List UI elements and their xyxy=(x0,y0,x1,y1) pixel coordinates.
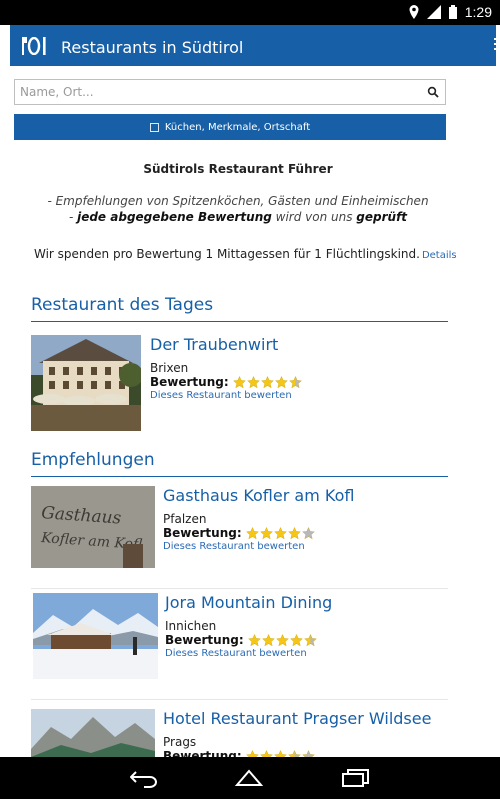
rating-row: Bewertung: xyxy=(163,749,315,757)
restaurant-name[interactable]: Hotel Restaurant Pragser Wildsee xyxy=(163,709,431,728)
restaurant-name[interactable]: Jora Mountain Dining xyxy=(165,593,332,612)
restaurant-photo[interactable] xyxy=(33,593,158,679)
star-rating xyxy=(247,633,317,647)
restaurant-name[interactable]: Der Traubenwirt xyxy=(150,335,278,354)
rating-row: Bewertung: xyxy=(165,633,317,647)
back-icon[interactable] xyxy=(130,768,158,788)
divider xyxy=(31,588,448,589)
battery-icon xyxy=(448,5,457,19)
star-icon xyxy=(260,375,274,388)
clock: 1:29 xyxy=(464,4,492,20)
status-bar: 1:29 xyxy=(0,0,500,25)
restaurant-photo[interactable]: Gasthaus Kofler am Kofl xyxy=(31,486,155,568)
star-rating xyxy=(232,375,302,389)
location-icon xyxy=(409,5,419,19)
home-icon[interactable] xyxy=(234,769,264,787)
recent-apps-icon[interactable] xyxy=(342,769,370,787)
restaurant-name[interactable]: Gasthaus Kofler am Kofl xyxy=(163,486,354,505)
star-icon xyxy=(246,375,260,388)
navigation-bar xyxy=(0,757,500,799)
rating-row: Bewertung: xyxy=(163,526,315,540)
star-rating xyxy=(245,749,315,757)
section-heading-daily: Restaurant des Tages xyxy=(31,295,448,322)
restaurant-logo-icon[interactable] xyxy=(22,37,48,55)
star-icon xyxy=(247,633,261,646)
app-bar: Restaurants in Südtirol xyxy=(10,25,500,66)
rate-restaurant-link[interactable]: Dieses Restaurant bewerten xyxy=(165,648,307,659)
star-icon xyxy=(274,375,288,388)
filter-button[interactable]: Küchen, Merkmale, Ortschaft xyxy=(14,114,446,140)
star-icon xyxy=(273,749,287,757)
star-icon xyxy=(301,526,315,539)
menu-icon[interactable] xyxy=(494,38,500,50)
restaurant-town: Innichen xyxy=(165,619,217,633)
restaurant-photo[interactable] xyxy=(31,709,155,757)
star-icon xyxy=(301,749,315,757)
star-icon xyxy=(287,749,301,757)
search-icon[interactable] xyxy=(427,86,439,98)
search-input[interactable] xyxy=(15,80,415,104)
restaurant-card[interactable]: Jora Mountain Dining Innichen Bewertung:… xyxy=(31,593,448,693)
star-icon xyxy=(275,633,289,646)
star-icon xyxy=(245,749,259,757)
restaurant-card-daily[interactable]: Der Traubenwirt Brixen Bewertung: Dieses… xyxy=(31,335,448,435)
star-icon xyxy=(245,526,259,539)
filter-label: Küchen, Merkmale, Ortschaft xyxy=(164,121,311,133)
star-rating xyxy=(245,526,315,540)
restaurant-card[interactable]: Gasthaus Kofler am Kofl Gasthaus Kofler … xyxy=(31,486,448,586)
search-box xyxy=(14,79,446,105)
rating-row: Bewertung: xyxy=(150,375,302,389)
intro-tagline-1: - Empfehlungen von Spitzenköchen, Gästen… xyxy=(47,194,429,208)
filter-icon xyxy=(149,122,159,132)
details-link[interactable]: Details xyxy=(422,250,457,261)
restaurant-photo[interactable] xyxy=(31,335,141,431)
star-icon xyxy=(287,526,301,539)
page-title: Restaurants in Südtirol xyxy=(61,38,244,57)
divider xyxy=(31,699,448,700)
rate-restaurant-link[interactable]: Dieses Restaurant bewerten xyxy=(163,541,305,552)
intro-title: Südtirols Restaurant Führer xyxy=(143,162,333,176)
restaurant-town: Brixen xyxy=(150,361,189,375)
restaurant-town: Pfalzen xyxy=(163,512,207,526)
rate-restaurant-link[interactable]: Dieses Restaurant bewerten xyxy=(150,390,292,401)
star-icon xyxy=(273,526,287,539)
star-icon xyxy=(261,633,275,646)
section-heading-recommendations: Empfehlungen xyxy=(31,450,448,477)
intro-tagline-2: - jede abgegebene Bewertung wird von uns… xyxy=(68,210,408,224)
donation-note: Wir spenden pro Bewertung 1 Mittagessen … xyxy=(34,247,457,261)
star-icon xyxy=(289,633,303,646)
star-icon xyxy=(259,749,273,757)
star-icon xyxy=(259,526,273,539)
restaurant-town: Prags xyxy=(163,735,197,749)
signal-icon xyxy=(426,5,441,19)
star-icon xyxy=(288,375,302,388)
star-icon xyxy=(232,375,246,388)
restaurant-card[interactable]: Hotel Restaurant Pragser Wildsee Prags B… xyxy=(31,709,448,757)
star-icon xyxy=(303,633,317,646)
app-screen: Restaurants in Südtirol Küchen, Merkmale… xyxy=(0,25,500,757)
